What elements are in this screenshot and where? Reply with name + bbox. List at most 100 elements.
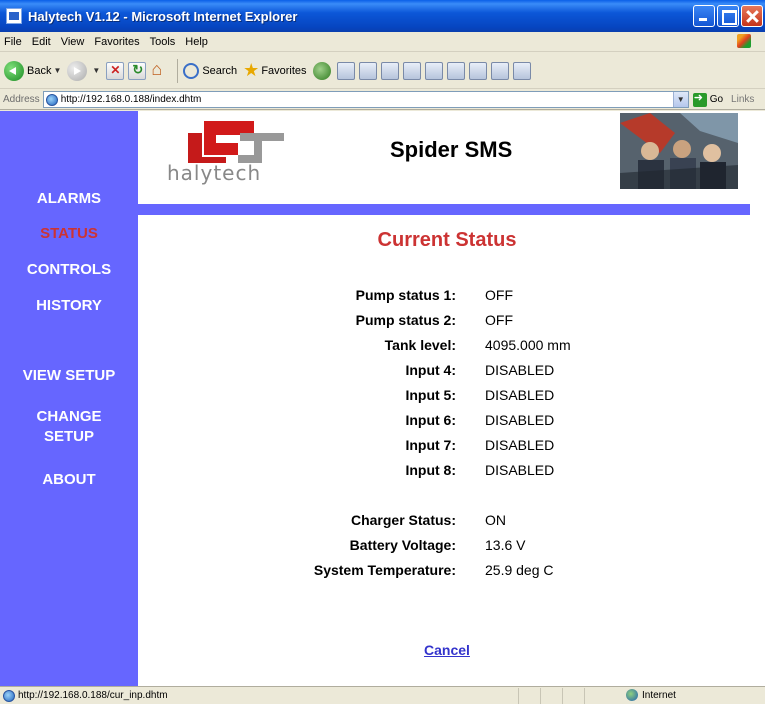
status-value: DISABLED <box>485 462 555 478</box>
status-value: 4095.000 mm <box>485 337 571 353</box>
menu-favorites[interactable]: Favorites <box>94 36 139 48</box>
address-label: Address <box>3 94 40 105</box>
system-row: Charger Status: ON <box>138 512 756 534</box>
page-title: Current Status <box>377 229 517 251</box>
security-zone: Internet <box>626 689 676 701</box>
address-dropdown-icon[interactable]: ▼ <box>672 92 688 107</box>
system-value: ON <box>485 512 506 528</box>
status-value: OFF <box>485 287 513 303</box>
menu-file[interactable]: File <box>4 36 22 48</box>
zone-label: Internet <box>642 689 676 701</box>
minimize-button[interactable] <box>693 5 715 27</box>
status-label: Input 8: <box>405 462 456 478</box>
windows-logo-icon <box>737 34 751 48</box>
nav-change-setup-line2[interactable]: SETUP <box>0 427 138 446</box>
page-icon <box>45 93 58 106</box>
status-value: DISABLED <box>485 387 555 403</box>
discuss-icon[interactable] <box>424 61 443 80</box>
status-value: DISABLED <box>485 412 555 428</box>
back-arrow-icon <box>4 60 24 81</box>
status-pane <box>562 687 584 704</box>
contacts-icon[interactable] <box>512 61 531 80</box>
nav-controls[interactable]: CONTROLS <box>0 260 138 279</box>
mail-icon[interactable] <box>358 61 377 80</box>
window-title-bar: Halytech V1.12 - Microsoft Internet Expl… <box>0 0 765 32</box>
status-pane <box>518 687 540 704</box>
home-icon[interactable] <box>150 59 168 80</box>
status-row: Pump status 1: OFF <box>138 287 756 309</box>
menu-tools[interactable]: Tools <box>150 36 176 48</box>
ie-window-icon[interactable] <box>6 8 22 24</box>
status-value: DISABLED <box>485 437 555 453</box>
search-label: Search <box>202 64 238 77</box>
status-row: Input 6: DISABLED <box>138 412 756 434</box>
page-viewport: ALARMS STATUS CONTROLS HISTORY VIEW SETU… <box>0 111 765 686</box>
system-label: Charger Status: <box>350 512 456 528</box>
nav-about[interactable]: ABOUT <box>0 470 138 489</box>
nav-status[interactable]: STATUS <box>0 224 138 243</box>
back-dropdown-icon[interactable]: ▼ <box>53 66 61 75</box>
search-button[interactable]: Search <box>183 62 238 79</box>
forward-button[interactable]: ▼ <box>67 60 100 81</box>
favorites-label: Favorites <box>261 64 307 77</box>
status-label: Input 6: <box>405 412 456 428</box>
system-value: 13.6 V <box>485 537 526 553</box>
toolbar: Back ▼ ▼ Search ★ Favorites <box>0 53 765 89</box>
bluetooth-icon[interactable] <box>490 61 509 80</box>
sidebar-nav: ALARMS STATUS CONTROLS HISTORY VIEW SETU… <box>0 111 138 686</box>
nav-view-setup[interactable]: VIEW SETUP <box>0 366 138 385</box>
status-label: Pump status 2: <box>355 312 456 328</box>
status-row: Input 5: DISABLED <box>138 387 756 409</box>
system-label: System Temperature: <box>313 562 456 578</box>
status-bar: http://192.168.0.188/cur_inp.dhtm Intern… <box>0 686 765 704</box>
status-row: Input 7: DISABLED <box>138 437 756 459</box>
edit-icon[interactable] <box>402 61 421 80</box>
system-row: Battery Voltage: 13.6 V <box>138 537 756 559</box>
search-icon <box>183 62 200 79</box>
nav-change-setup[interactable]: CHANGE <box>0 407 138 426</box>
close-button[interactable] <box>741 5 763 27</box>
product-title: Spider SMS <box>390 137 513 162</box>
status-value: DISABLED <box>485 362 555 378</box>
status-row: Input 8: DISABLED <box>138 462 756 484</box>
status-pane <box>584 687 606 704</box>
window-title: Halytech V1.12 - Microsoft Internet Expl… <box>28 8 298 24</box>
go-button[interactable]: Go <box>692 91 723 107</box>
status-pane <box>540 687 562 704</box>
header-divider-band <box>138 204 750 215</box>
research-icon[interactable] <box>446 61 465 80</box>
globe-icon <box>626 689 638 701</box>
status-panes <box>518 687 606 704</box>
links-button[interactable]: Links <box>731 94 754 105</box>
media-icon[interactable] <box>312 61 331 80</box>
maximize-button[interactable] <box>717 5 739 27</box>
menu-help[interactable]: Help <box>185 36 208 48</box>
refresh-icon[interactable] <box>128 61 147 80</box>
status-value: OFF <box>485 312 513 328</box>
back-button[interactable]: Back ▼ <box>4 60 61 81</box>
address-input[interactable]: http://192.168.0.188/index.dhtm ▼ <box>42 91 689 108</box>
system-label: Battery Voltage: <box>349 537 456 553</box>
forward-arrow-icon <box>67 60 88 81</box>
nav-history[interactable]: HISTORY <box>0 296 138 315</box>
cancel-link[interactable]: Cancel <box>138 642 756 658</box>
status-label: Input 5: <box>405 387 456 403</box>
status-row: Tank level: 4095.000 mm <box>138 337 756 359</box>
address-url: http://192.168.0.188/index.dhtm <box>60 94 202 105</box>
system-value: 25.9 deg C <box>485 562 554 578</box>
history-icon[interactable] <box>336 61 355 80</box>
back-label: Back <box>27 64 52 77</box>
forward-dropdown-icon[interactable]: ▼ <box>92 66 100 75</box>
favorites-button[interactable]: ★ Favorites <box>243 60 306 81</box>
system-row: System Temperature: 25.9 deg C <box>138 562 756 584</box>
messenger-icon[interactable] <box>468 61 487 80</box>
menu-view[interactable]: View <box>61 36 85 48</box>
stop-icon[interactable] <box>106 61 125 80</box>
status-row: Pump status 2: OFF <box>138 312 756 334</box>
status-label: Pump status 1: <box>355 287 456 303</box>
menu-edit[interactable]: Edit <box>32 36 51 48</box>
logo-text: halytech <box>167 161 262 185</box>
print-icon[interactable] <box>380 61 399 80</box>
window-controls <box>693 5 763 27</box>
nav-alarms[interactable]: ALARMS <box>0 189 138 208</box>
